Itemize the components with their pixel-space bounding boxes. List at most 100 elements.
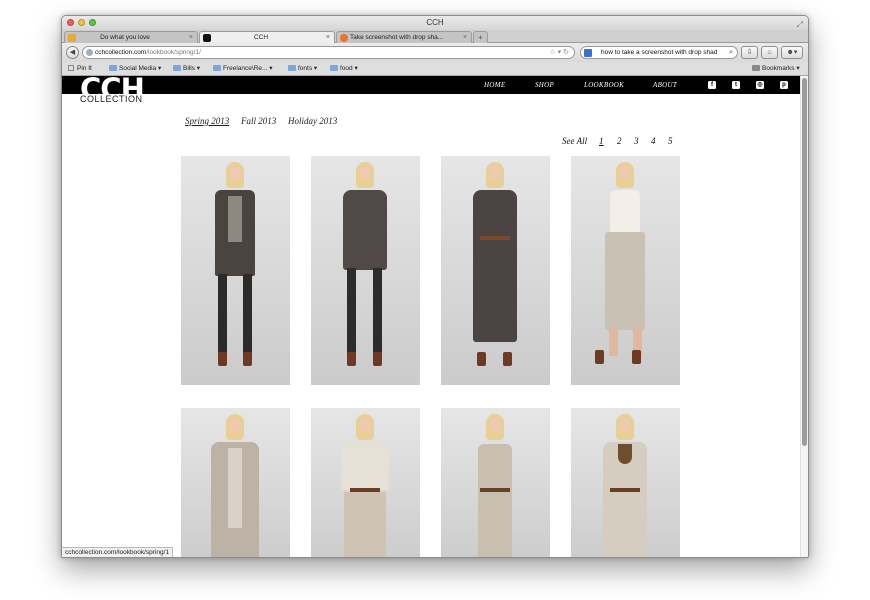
downloads-button[interactable]: ⇩ xyxy=(741,46,758,59)
instagram-icon[interactable]: ◎ xyxy=(756,81,764,89)
search-input[interactable]: how to take a screenshot with drop shad … xyxy=(580,46,738,59)
lookbook-photo[interactable] xyxy=(311,156,420,385)
model-necklace xyxy=(618,444,632,464)
bookmark-pin-it[interactable]: Pin It xyxy=(68,62,92,75)
home-button[interactable]: ⌂ xyxy=(761,46,778,59)
twitter-icon[interactable]: t xyxy=(732,81,740,89)
scrollbar-thumb[interactable] xyxy=(802,78,807,446)
model-face xyxy=(359,418,371,432)
new-tab-button[interactable]: + xyxy=(473,31,488,43)
site-identity-icon[interactable] xyxy=(86,49,93,56)
model-skirt xyxy=(344,492,386,557)
model-face xyxy=(229,166,241,180)
lookbook-photo[interactable] xyxy=(181,408,290,557)
model-blouse xyxy=(341,442,389,490)
model-top xyxy=(610,190,640,234)
back-button[interactable]: ◀ xyxy=(66,46,79,59)
browser-window: CCH ⤢ Do what you love × CCH × Take scre… xyxy=(61,15,809,558)
model-face xyxy=(489,166,501,180)
tab-close-icon[interactable]: × xyxy=(326,32,330,43)
page-viewport: CCH HOME SHOP LOOKBOOK ABOUT f t ◎ p COL… xyxy=(62,76,802,557)
model-boot xyxy=(347,352,356,366)
model-top xyxy=(228,448,242,528)
nav-home[interactable]: HOME xyxy=(484,76,505,94)
model-dress xyxy=(473,190,517,342)
zoom-window-button[interactable] xyxy=(89,19,96,26)
model-leg xyxy=(218,274,227,356)
model-shirt xyxy=(343,190,387,270)
minimize-window-button[interactable] xyxy=(78,19,85,26)
bookmark-folder-freelance[interactable]: Freelance\Re... ▾ xyxy=(213,62,273,75)
model-boot xyxy=(595,350,604,364)
title-bar: CCH ⤢ xyxy=(62,16,808,30)
tab-cch[interactable]: CCH × xyxy=(199,31,335,43)
close-window-button[interactable] xyxy=(67,19,74,26)
url-path: /lookbook/spring/1/ xyxy=(146,49,201,56)
url-host: cchcollection.com xyxy=(95,49,147,56)
tab-close-icon[interactable]: × xyxy=(189,32,193,43)
site-logo-subtitle[interactable]: COLLECTION xyxy=(80,94,143,105)
page-scrollbar[interactable] xyxy=(800,76,808,557)
lookbook-photo[interactable] xyxy=(441,156,550,385)
season-tab-spring-2013[interactable]: Spring 2013 xyxy=(185,116,229,126)
model-boot xyxy=(477,352,486,366)
lookbook-photo[interactable] xyxy=(441,408,550,557)
addon-button[interactable]: ☻▾ xyxy=(781,46,803,59)
lookbook-photo[interactable] xyxy=(181,156,290,385)
model-boot xyxy=(218,352,227,366)
bookmark-folder-food[interactable]: food ▾ xyxy=(330,62,358,75)
tab-take-screenshot[interactable]: Take screenshot with drop sha... × xyxy=(336,31,472,43)
tab-do-what-you-love[interactable]: Do what you love × xyxy=(64,31,198,43)
window-controls xyxy=(67,19,96,26)
folder-icon xyxy=(288,65,296,71)
nav-shop[interactable]: SHOP xyxy=(535,76,554,94)
folder-icon xyxy=(173,65,181,71)
lookbook-photo[interactable] xyxy=(311,408,420,557)
bookmark-folder-bills[interactable]: Bills ▾ xyxy=(173,62,200,75)
model-boot xyxy=(503,352,512,366)
model-leg xyxy=(373,268,382,354)
pin-icon xyxy=(68,65,74,71)
search-engine-icon[interactable] xyxy=(584,49,592,57)
folder-icon xyxy=(330,65,338,71)
season-tab-holiday-2013[interactable]: Holiday 2013 xyxy=(288,116,337,126)
search-icon[interactable]: ⌕ xyxy=(729,47,733,58)
model-boot xyxy=(243,352,252,366)
pager-page-4[interactable]: 4 xyxy=(651,136,656,146)
model-leg xyxy=(609,328,618,356)
model-dress xyxy=(478,444,512,557)
window-title: CCH xyxy=(426,18,444,27)
model-face xyxy=(619,418,631,432)
model-face xyxy=(619,166,631,180)
bookmark-folder-fonts[interactable]: fonts ▾ xyxy=(288,62,317,75)
pager-page-2[interactable]: 2 xyxy=(617,136,622,146)
tab-bar: Do what you love × CCH × Take screenshot… xyxy=(62,30,808,43)
bookmarks-menu[interactable]: Bookmarks ▾ xyxy=(752,62,800,75)
nav-about[interactable]: ABOUT xyxy=(653,76,677,94)
lookbook-photo[interactable] xyxy=(571,408,680,557)
model-belt xyxy=(610,488,640,492)
model-belt xyxy=(480,236,510,240)
pager-page-5[interactable]: 5 xyxy=(668,136,673,146)
status-bar: cchcollection.com/lookbook/spring/1 xyxy=(62,547,174,557)
pinterest-icon[interactable]: p xyxy=(780,81,788,89)
site-header: CCH HOME SHOP LOOKBOOK ABOUT f t ◎ p xyxy=(62,76,802,104)
pager-see-all[interactable]: See All xyxy=(562,136,587,146)
model-belt xyxy=(480,488,510,492)
pager-page-1[interactable]: 1 xyxy=(599,136,604,146)
bookmark-star-icon[interactable]: ☆ ▾ ↻ xyxy=(549,47,569,58)
address-bar[interactable]: cchcollection.com/lookbook/spring/1/ ☆ ▾… xyxy=(82,46,575,59)
bookmark-folder-social-media[interactable]: Social Media ▾ xyxy=(109,62,161,75)
navigation-toolbar: ◀ cchcollection.com/lookbook/spring/1/ ☆… xyxy=(62,43,808,62)
season-tab-fall-2013[interactable]: Fall 2013 xyxy=(241,116,276,126)
model-face xyxy=(489,418,501,432)
tab-close-icon[interactable]: × xyxy=(463,32,467,43)
pager-page-3[interactable]: 3 xyxy=(634,136,639,146)
folder-icon xyxy=(213,65,221,71)
lookbook-photo[interactable] xyxy=(571,156,680,385)
bookmarks-toolbar: Pin It Social Media ▾ Bills ▾ Freelance\… xyxy=(62,62,808,76)
site-favicon-icon xyxy=(340,34,348,42)
folder-icon xyxy=(109,65,117,71)
nav-lookbook[interactable]: LOOKBOOK xyxy=(584,76,624,94)
facebook-icon[interactable]: f xyxy=(708,81,716,89)
